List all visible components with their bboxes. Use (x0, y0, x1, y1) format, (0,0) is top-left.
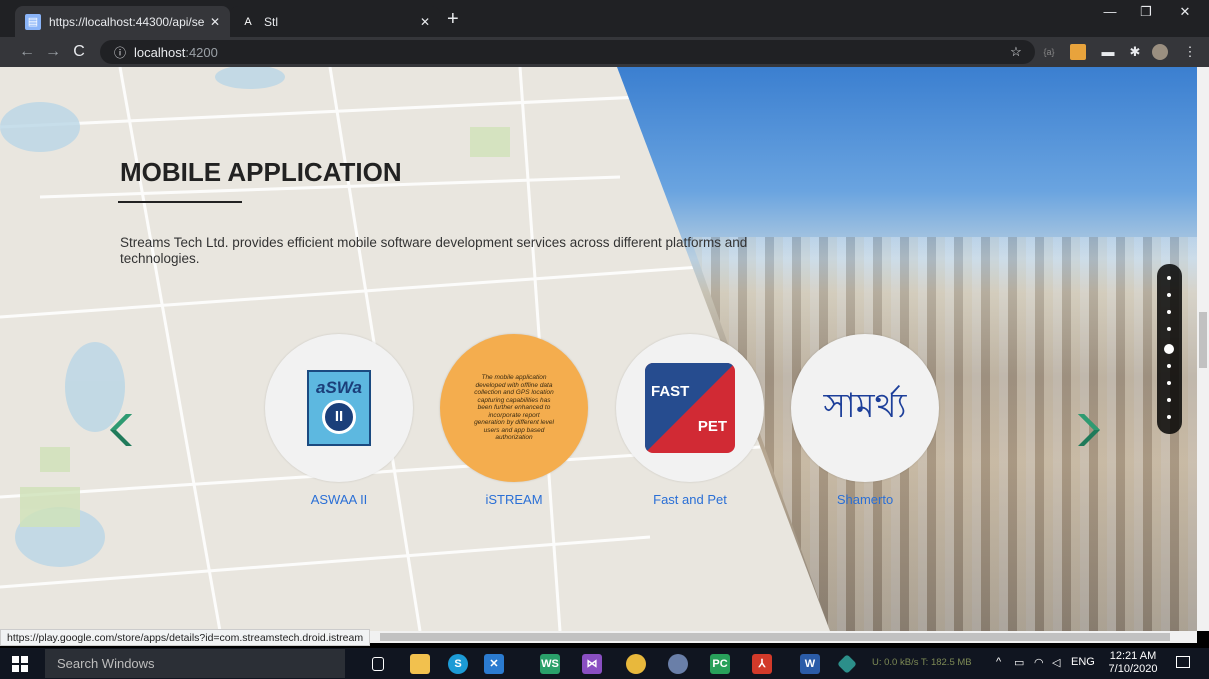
carousel-next-arrow[interactable] (1068, 410, 1108, 450)
aswaa-logo: aSWa II (307, 370, 371, 446)
notifications-icon[interactable] (1176, 656, 1190, 668)
net-speed-text: U: 0.0 kB/s T: 182.5 MB (872, 657, 972, 668)
taskbar-search-input[interactable]: Search Windows (45, 649, 345, 678)
app-label[interactable]: Fast and Pet (615, 492, 765, 507)
tab-close-icon[interactable]: ✕ (420, 15, 430, 29)
menu-icon[interactable]: ⋮ (1182, 44, 1198, 60)
app-card-istream[interactable]: The mobile application developed with of… (439, 334, 589, 507)
aswaa-logo-text: aSWa (316, 378, 362, 397)
task-view-icon[interactable] (372, 657, 384, 671)
file-explorer-icon[interactable] (410, 654, 430, 674)
section-heading: MOBILE APPLICATION (120, 157, 402, 187)
windows-taskbar: Search Windows S ✕ WS ⋈ PC ⅄ W U: 0.0 kB… (0, 648, 1209, 679)
visual-studio-icon[interactable]: ⋈ (582, 654, 602, 674)
app-logo-circle-hover[interactable]: The mobile application developed with of… (440, 334, 588, 482)
sourcetree-icon[interactable] (837, 654, 857, 674)
address-host-text: localhost (134, 44, 186, 60)
nav-dot[interactable] (1167, 327, 1171, 331)
aswaa-logo-sub: II (322, 400, 356, 434)
app-card-aswaa[interactable]: aSWa II ASWAA II (264, 334, 414, 507)
clock-time: 12:21 AM (1109, 650, 1157, 662)
profile-avatar[interactable] (1152, 44, 1168, 60)
tray-chevron-icon[interactable]: ^ (996, 656, 1001, 668)
puzzle-icon[interactable]: ✱ (1127, 44, 1143, 60)
app-label[interactable]: iSTREAM (439, 492, 589, 507)
vertical-scrollbar[interactable] (1197, 67, 1209, 631)
nav-dot[interactable] (1167, 415, 1171, 419)
info-icon[interactable]: ⓘ (114, 44, 126, 61)
fastpet-logo-top: FAST (651, 383, 690, 400)
app-logo-circle[interactable]: aSWa II (265, 334, 413, 482)
windows-start-icon[interactable] (12, 656, 28, 672)
fastpet-logo-bottom: PET (697, 418, 727, 435)
back-icon[interactable]: ← (14, 43, 40, 61)
clock-date: 7/10/2020 (1108, 663, 1158, 675)
nav-dot[interactable] (1167, 293, 1171, 297)
close-window-button[interactable]: ✕ (1162, 4, 1208, 20)
skype-icon[interactable]: S (448, 654, 468, 674)
app-card-shamerto[interactable]: সামর্থ্য Shamerto (790, 334, 940, 507)
heading-underline (118, 201, 242, 203)
nav-dot-active[interactable] (1164, 344, 1174, 354)
status-link-preview: https://play.google.com/store/apps/detai… (0, 629, 371, 646)
app-label[interactable]: Shamerto (790, 492, 940, 507)
reload-icon[interactable]: C (66, 43, 92, 61)
tab-stl[interactable]: A Stl ✕ (230, 6, 440, 37)
tab-title: Stl (264, 14, 279, 29)
fastpet-logo: FAST PET (645, 363, 735, 453)
chrome-icon[interactable] (626, 654, 646, 674)
page-content: MOBILE APPLICATION Streams Tech Ltd. pro… (0, 67, 1197, 631)
section-description: Streams Tech Ltd. provides efficient mob… (120, 235, 748, 266)
address-bar[interactable]: ⓘ localhost:4200 (100, 40, 1035, 64)
vscode-icon[interactable]: ✕ (484, 654, 504, 674)
webstorm-icon[interactable]: WS (540, 654, 560, 674)
app-circle-icon[interactable] (668, 654, 688, 674)
wifi-icon[interactable]: ◠ (1034, 656, 1044, 669)
nav-dot[interactable] (1167, 276, 1171, 280)
tab-api[interactable]: ▤ https://localhost:44300/api/sectio ✕ (15, 6, 230, 37)
new-tab-button[interactable]: + (447, 9, 459, 29)
tab-strip: ▤ https://localhost:44300/api/sectio ✕ A… (0, 0, 1209, 37)
angular-icon: A (244, 15, 252, 28)
tab-extension-icon[interactable]: ▬ (1100, 44, 1116, 60)
tab-close-icon[interactable]: ✕ (210, 15, 220, 29)
nav-dot[interactable] (1167, 310, 1171, 314)
horizontal-scroll-thumb[interactable] (380, 633, 1170, 641)
app-label[interactable]: ASWAA II (264, 492, 414, 507)
extension-icon[interactable]: {a} (1041, 44, 1057, 60)
forward-icon[interactable]: → (40, 43, 66, 61)
chart-extension-icon[interactable] (1070, 44, 1086, 60)
page-icon: ▤ (25, 13, 41, 30)
app-logo-circle[interactable]: FAST PET (616, 334, 764, 482)
app-logo-circle[interactable]: সামর্থ্য (791, 334, 939, 482)
acrobat-icon[interactable]: ⅄ (752, 654, 772, 674)
nav-dot[interactable] (1167, 398, 1171, 402)
system-clock[interactable]: 12:21 AM 7/10/2020 (1104, 650, 1162, 676)
carousel-prev-arrow[interactable] (102, 410, 142, 450)
battery-icon[interactable]: ▭ (1014, 656, 1024, 669)
shamerto-logo-text: সামর্থ্য (823, 385, 907, 426)
tab-title: https://localhost:44300/api/sectio (49, 14, 204, 29)
language-indicator[interactable]: ENG (1071, 656, 1095, 668)
vertical-scroll-thumb[interactable] (1199, 312, 1207, 368)
pycharm-icon[interactable]: PC (710, 654, 730, 674)
browser-toolbar: ← → C ⓘ localhost:4200 ☆ {a} ▬ ✱ ⋮ (0, 37, 1209, 67)
app-card-fastpet[interactable]: FAST PET Fast and Pet (615, 334, 765, 507)
nav-dot[interactable] (1167, 364, 1171, 368)
word-icon[interactable]: W (800, 654, 820, 674)
bookmark-star-icon[interactable]: ☆ (1008, 44, 1024, 60)
app-hover-description: The mobile application developed with of… (474, 374, 554, 442)
section-dot-nav (1157, 264, 1182, 434)
address-port: :4200 (185, 44, 218, 60)
nav-dot[interactable] (1167, 381, 1171, 385)
screen: ▤ https://localhost:44300/api/sectio ✕ A… (0, 0, 1209, 679)
volume-icon[interactable]: ◁ (1052, 656, 1060, 669)
